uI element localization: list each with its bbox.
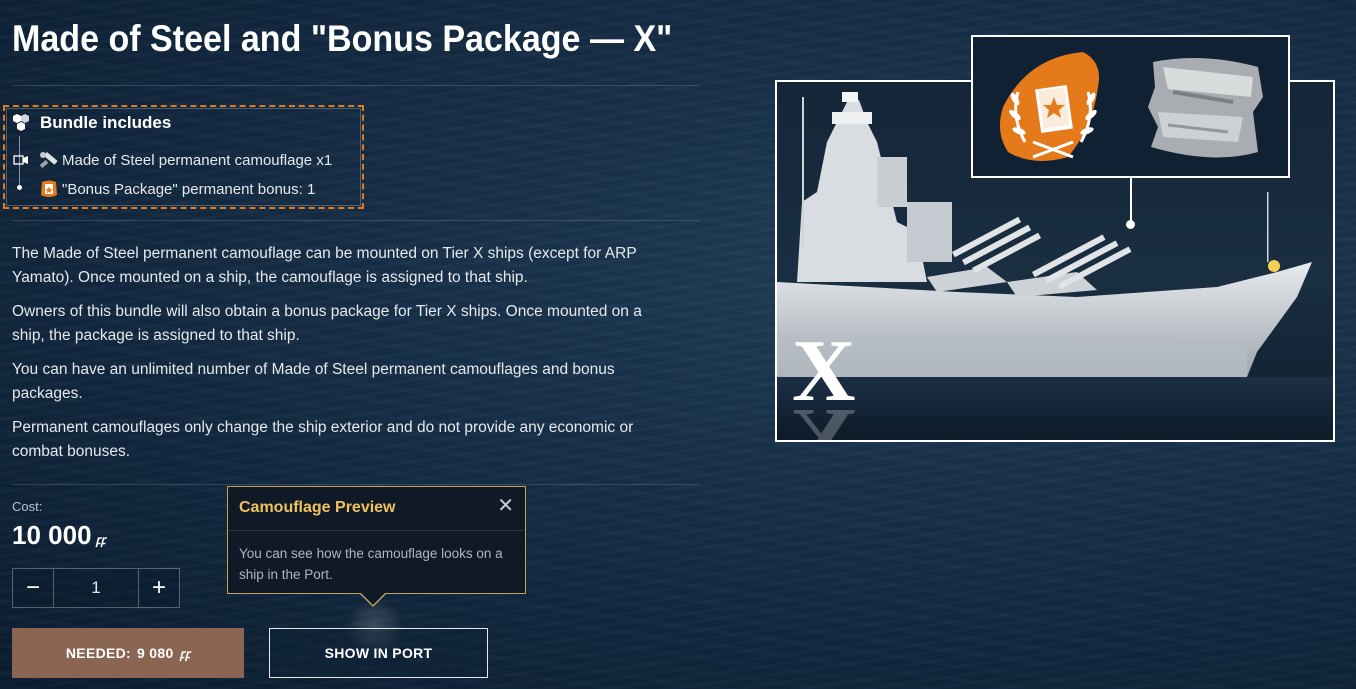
quantity-input[interactable]: 1	[53, 569, 139, 607]
description-paragraph: Owners of this bundle will also obtain a…	[12, 303, 642, 344]
tooltip-divider	[228, 530, 525, 531]
cost-value: 10 000 ꝼꝼ	[12, 520, 106, 551]
doubloon-icon: ꝼꝼ	[179, 646, 191, 661]
quantity-stepper: − 1 +	[12, 568, 180, 608]
bundle-contents-illustration	[999, 52, 1263, 161]
tree-dot	[17, 185, 22, 190]
divider	[12, 220, 698, 221]
preview-connector-line	[1130, 178, 1132, 222]
bundle-item-label: Made of Steel permanent camouflage x1	[62, 151, 333, 169]
decrement-button[interactable]: −	[13, 569, 53, 607]
bundle-item-label: "Bonus Package" permanent bonus: 1	[62, 180, 316, 198]
cost-label: Cost:	[12, 499, 43, 514]
bundle-header: Bundle includes	[12, 113, 171, 133]
bundle-heading: Bundle includes	[40, 113, 172, 132]
svg-text:X: X	[792, 390, 856, 442]
divider	[12, 85, 698, 86]
increment-button[interactable]: +	[139, 569, 179, 607]
show-in-port-button[interactable]: SHOW IN PORT	[269, 628, 488, 678]
camera-icon	[13, 155, 28, 165]
cubes-icon	[12, 113, 32, 133]
description-paragraph: Permanent camouflages only change the sh…	[12, 419, 634, 460]
doubloon-icon: ꝼꝼ	[95, 533, 106, 547]
camouflage-icon	[38, 150, 58, 170]
bonus-package-icon	[38, 179, 58, 199]
bundle-contents-preview	[971, 35, 1290, 178]
description: The Made of Steel permanent camouflage c…	[12, 242, 672, 474]
divider	[12, 484, 698, 485]
page-title: Made of Steel and "Bonus Package — X"	[12, 18, 673, 59]
close-icon[interactable]: ✕	[497, 493, 514, 518]
camouflage-preview-tooltip: Camouflage Preview ✕ You can see how the…	[227, 486, 526, 607]
needed-value: 9 080	[137, 645, 174, 661]
bundle-item-camouflage[interactable]: Made of Steel permanent camouflage x1	[38, 150, 332, 170]
bundle-item-bonus[interactable]: "Bonus Package" permanent bonus: 1	[38, 179, 315, 199]
tooltip-body: You can see how the camouflage looks on …	[239, 546, 503, 582]
tooltip-title: Camouflage Preview	[239, 499, 396, 516]
needed-button[interactable]: NEEDED: 9 080 ꝼꝼ	[12, 628, 244, 678]
preview-connector-dot	[1126, 220, 1135, 229]
description-paragraph: The Made of Steel permanent camouflage c…	[12, 245, 637, 286]
needed-label: NEEDED:	[65, 645, 131, 661]
cost-amount: 10 000	[12, 520, 92, 550]
description-paragraph: You can have an unlimited number of Made…	[12, 361, 615, 402]
